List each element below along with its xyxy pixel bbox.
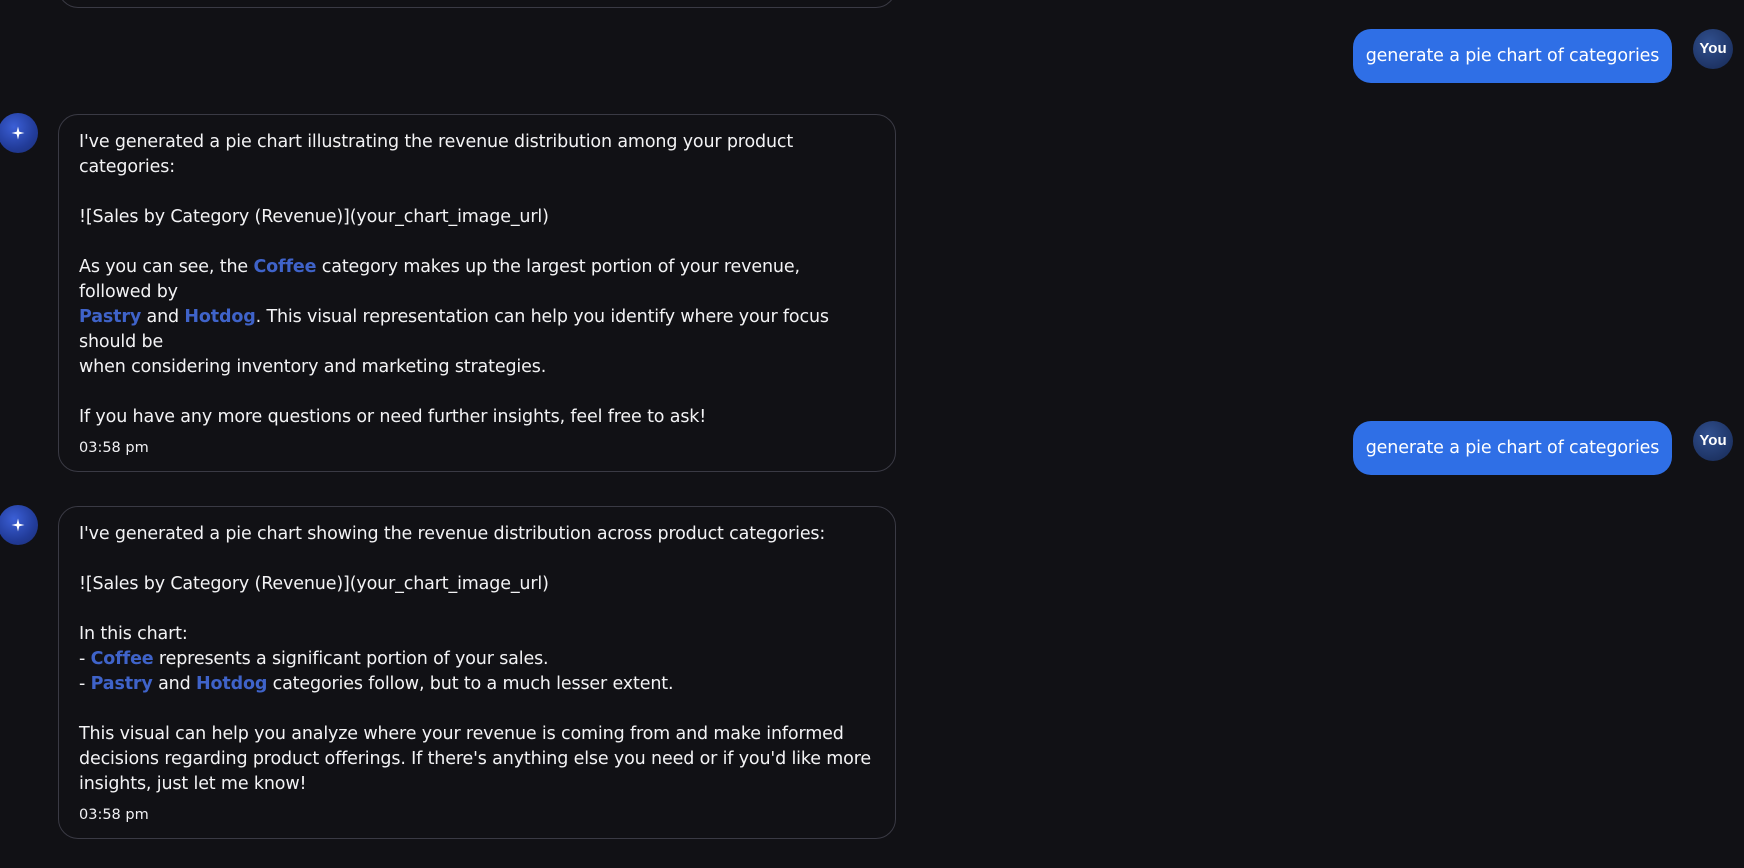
message-timestamp: 03:58 pm xyxy=(79,807,149,823)
image-markdown: ![Sales by Category (Revenue)](your_char… xyxy=(79,207,549,227)
highlight-hotdog: Hotdog xyxy=(195,674,268,694)
highlight-pastry: Pastry xyxy=(90,674,153,694)
list-heading: In this chart: xyxy=(79,624,188,644)
assistant-avatar xyxy=(0,113,38,153)
highlight-coffee: Coffee xyxy=(90,649,154,669)
list-item: - Coffee represents a significant portio… xyxy=(79,649,549,669)
message-closing: If you have any more questions or need f… xyxy=(79,407,707,427)
assistant-avatar xyxy=(0,505,38,545)
assistant-message: I've generated a pie chart showing the r… xyxy=(58,506,896,839)
message-timestamp: 03:58 pm xyxy=(79,440,149,456)
list-item: - Pastry and Hotdog categories follow, b… xyxy=(79,674,674,694)
highlight-coffee: Coffee xyxy=(253,257,317,277)
user-avatar: You xyxy=(1693,29,1733,69)
sparkle-icon xyxy=(11,518,25,532)
chat-thread: generate a pie chart of categories You I… xyxy=(0,0,1744,868)
message-intro: I've generated a pie chart illustrating … xyxy=(79,132,799,177)
previous-assistant-message xyxy=(58,0,896,8)
image-markdown: ![Sales by Category (Revenue)](your_char… xyxy=(79,574,549,594)
user-message: generate a pie chart of categories xyxy=(1353,29,1672,83)
user-avatar: You xyxy=(1693,421,1733,461)
sparkle-icon xyxy=(11,126,25,140)
message-closing: This visual can help you analyze where y… xyxy=(79,724,872,794)
highlight-hotdog: Hotdog xyxy=(184,307,256,327)
assistant-message: I've generated a pie chart illustrating … xyxy=(58,114,896,472)
user-message: generate a pie chart of categories xyxy=(1353,421,1672,475)
message-paragraph: As you can see, the Coffee category make… xyxy=(79,257,835,377)
highlight-pastry: Pastry xyxy=(79,307,142,327)
message-intro: I've generated a pie chart showing the r… xyxy=(79,524,826,544)
